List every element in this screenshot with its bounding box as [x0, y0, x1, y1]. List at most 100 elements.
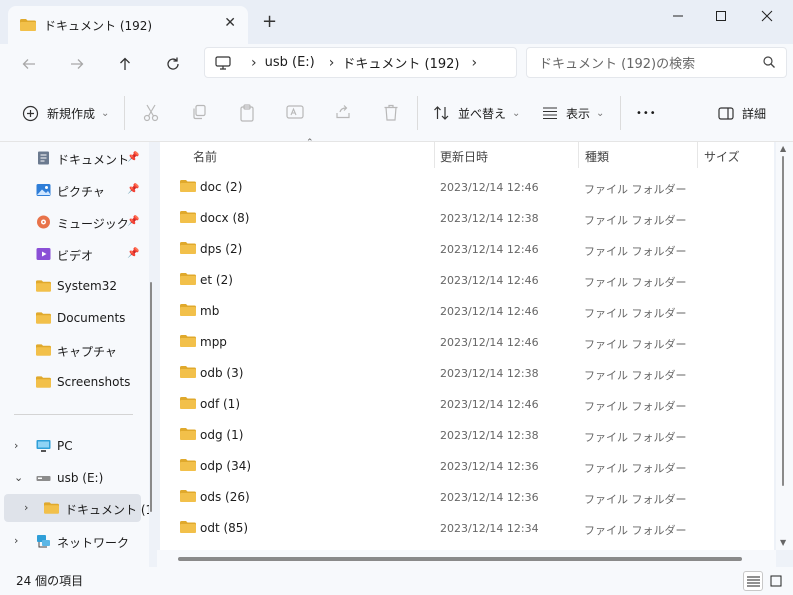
- folder-icon: [180, 273, 196, 285]
- sidebar-item-label: PC: [57, 439, 73, 453]
- sidebar-item-system32[interactable]: System32: [0, 272, 149, 300]
- drive-icon: [36, 476, 51, 481]
- status-bar: 24 個の項目: [0, 567, 793, 595]
- close-window-button[interactable]: [747, 4, 787, 28]
- breadcrumb-separator-icon[interactable]: ›: [471, 55, 477, 71]
- file-row[interactable]: et (2) 2023/12/14 12:46 ファイル フォルダー: [160, 265, 774, 296]
- sidebar-item-pc[interactable]: › PC: [0, 432, 149, 460]
- sidebar-item-screenshots[interactable]: Screenshots: [0, 368, 149, 396]
- file-row[interactable]: odt (85) 2023/12/14 12:34 ファイル フォルダー: [160, 513, 774, 544]
- scroll-up-icon[interactable]: ▲: [780, 144, 786, 153]
- details-view-button[interactable]: [743, 571, 763, 591]
- cut-icon[interactable]: [143, 104, 159, 122]
- sidebar-item-label: System32: [57, 279, 118, 293]
- file-type: ファイル フォルダー: [584, 338, 687, 351]
- file-row[interactable]: ods (26) 2023/12/14 12:36 ファイル フォルダー: [160, 482, 774, 513]
- details-pane-button[interactable]: 詳細: [718, 101, 766, 125]
- file-row[interactable]: odf (1) 2023/12/14 12:46 ファイル フォルダー: [160, 389, 774, 420]
- back-button[interactable]: [16, 52, 42, 76]
- chevron-right-icon[interactable]: ›: [24, 501, 28, 514]
- column-header-modified[interactable]: 更新日時: [440, 148, 488, 165]
- file-name: odt (85): [200, 521, 249, 535]
- file-row[interactable]: odp (34) 2023/12/14 12:36 ファイル フォルダー: [160, 451, 774, 482]
- file-row[interactable]: mpp 2023/12/14 12:46 ファイル フォルダー: [160, 327, 774, 358]
- file-row[interactable]: mb 2023/12/14 12:46 ファイル フォルダー: [160, 296, 774, 327]
- file-row[interactable]: docx (8) 2023/12/14 12:38 ファイル フォルダー: [160, 203, 774, 234]
- sort-button[interactable]: 並べ替え ⌄: [433, 101, 520, 125]
- sidebar-scrollbar[interactable]: [149, 142, 157, 567]
- more-options-button[interactable]: •••: [636, 101, 657, 125]
- tab-title: ドキュメント (192): [44, 18, 153, 33]
- refresh-button[interactable]: [160, 52, 186, 76]
- pictures-icon: [36, 184, 51, 196]
- sidebar-item-music[interactable]: ミュージック 📌: [0, 208, 149, 236]
- sidebar-item-videos[interactable]: ビデオ 📌: [0, 240, 149, 268]
- tab-current-folder[interactable]: ドキュメント (192) ✕: [8, 6, 248, 44]
- file-row[interactable]: odb (3) 2023/12/14 12:38 ファイル フォルダー: [160, 358, 774, 389]
- search-input[interactable]: ドキュメント (192)の検索: [526, 47, 787, 78]
- close-icon: [761, 10, 773, 22]
- column-divider[interactable]: [697, 142, 698, 168]
- new-button[interactable]: 新規作成 ⌄: [22, 101, 109, 125]
- new-tab-button[interactable]: +: [262, 13, 277, 31]
- minimize-icon: [673, 15, 683, 17]
- file-row[interactable]: doc (2) 2023/12/14 12:46 ファイル フォルダー: [160, 172, 774, 203]
- sidebar-item-pictures[interactable]: ピクチャ 📌: [0, 176, 149, 204]
- scrollbar-thumb[interactable]: [150, 282, 152, 512]
- folder-icon: [36, 344, 51, 356]
- maximize-button[interactable]: [701, 4, 741, 28]
- share-icon[interactable]: [335, 104, 351, 120]
- file-list-scrollbar[interactable]: ▲ ▼: [776, 142, 793, 550]
- file-modified: 2023/12/14 12:38: [440, 367, 539, 380]
- file-type: ファイル フォルダー: [584, 183, 687, 196]
- sidebar-item-network[interactable]: › ネットワーク: [0, 527, 149, 555]
- chevron-down-icon[interactable]: ⌄: [14, 471, 23, 484]
- column-header-size[interactable]: サイズ: [704, 148, 740, 165]
- file-type: ファイル フォルダー: [584, 369, 687, 382]
- item-count: 24 個の項目: [16, 574, 84, 588]
- sidebar-item-documents-192[interactable]: › ドキュメント (192): [4, 494, 149, 522]
- file-type: ファイル フォルダー: [584, 307, 687, 320]
- file-row[interactable]: odg (1) 2023/12/14 12:38 ファイル フォルダー: [160, 420, 774, 451]
- sidebar-item-usb[interactable]: ⌄ usb (E:): [0, 464, 149, 492]
- file-type: ファイル フォルダー: [584, 245, 687, 258]
- file-modified: 2023/12/14 12:46: [440, 398, 539, 411]
- chevron-right-icon[interactable]: ›: [14, 439, 18, 452]
- scrollbar-thumb[interactable]: [782, 156, 784, 486]
- view-button[interactable]: 表示 ⌄: [542, 101, 604, 125]
- sidebar-item-documents[interactable]: ドキュメント 📌: [0, 144, 149, 172]
- arrow-right-icon: [71, 59, 84, 69]
- navigation-pane: ドキュメント 📌 ピクチャ 📌 ミュージック 📌 ビデオ 📌 System32 …: [0, 142, 149, 567]
- sidebar-item-documents-folder[interactable]: Documents: [0, 304, 149, 332]
- folder-icon: [180, 211, 196, 223]
- folder-icon: [180, 366, 196, 378]
- divider: [14, 414, 133, 415]
- column-header-type[interactable]: 種類: [585, 148, 609, 165]
- tiles-view-icon: [770, 575, 782, 587]
- chevron-right-icon[interactable]: ›: [14, 534, 18, 547]
- forward-button[interactable]: [64, 52, 90, 76]
- breadcrumb-usb[interactable]: usb (E:): [265, 55, 315, 70]
- scroll-down-icon[interactable]: ▼: [780, 538, 786, 547]
- breadcrumb-separator-icon[interactable]: ›: [329, 55, 335, 71]
- minimize-button[interactable]: [658, 4, 698, 28]
- rename-icon[interactable]: [286, 104, 304, 120]
- tiles-view-button[interactable]: [766, 571, 786, 591]
- tab-close-button[interactable]: ✕: [224, 15, 236, 31]
- paste-icon[interactable]: [239, 104, 255, 122]
- up-button[interactable]: [112, 52, 138, 76]
- file-row[interactable]: dps (2) 2023/12/14 12:46 ファイル フォルダー: [160, 234, 774, 265]
- horizontal-scrollbar-thumb[interactable]: [178, 557, 742, 561]
- breadcrumb-separator-icon[interactable]: ›: [251, 55, 257, 71]
- pin-icon: 📌: [127, 184, 140, 195]
- column-header-name[interactable]: 名前: [193, 148, 217, 165]
- navigation-bar: › usb (E:) › ドキュメント (192) › ドキュメント (192)…: [0, 44, 793, 84]
- sidebar-item-capture[interactable]: キャプチャ: [0, 336, 149, 364]
- column-divider[interactable]: [434, 142, 435, 168]
- copy-icon[interactable]: [191, 104, 207, 120]
- address-bar[interactable]: › usb (E:) › ドキュメント (192) ›: [204, 47, 517, 78]
- breadcrumb-documents[interactable]: ドキュメント (192): [342, 53, 459, 72]
- column-divider[interactable]: [578, 142, 579, 168]
- folder-icon: [20, 19, 36, 31]
- delete-icon[interactable]: [383, 104, 399, 121]
